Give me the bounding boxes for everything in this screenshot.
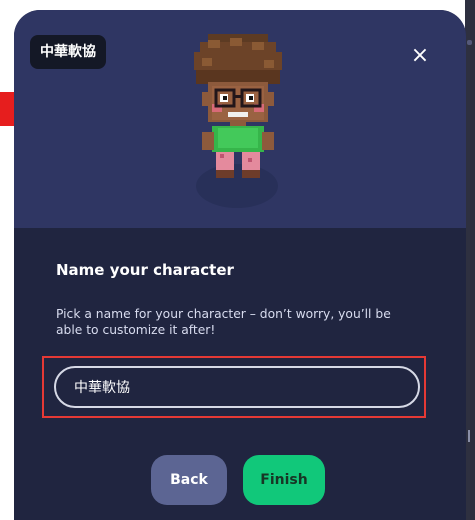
- pixel-character-avatar: [194, 34, 282, 178]
- character-name-tag: 中華軟協: [30, 35, 106, 69]
- back-button[interactable]: Back: [151, 455, 227, 505]
- left-red-marker: [0, 92, 14, 126]
- background-mark: [468, 430, 470, 442]
- modal-header: 中華軟協 ×: [14, 10, 466, 228]
- finish-button[interactable]: Finish: [243, 455, 325, 505]
- close-icon[interactable]: ×: [408, 44, 432, 68]
- character-name-modal: 中華軟協 × Name your character Pick a name f…: [14, 10, 466, 520]
- dialog-heading: Name your character: [56, 261, 234, 279]
- background-edge: [465, 0, 475, 520]
- background-mark: [467, 40, 472, 45]
- page: 中華軟協 × Name your character Pick a name f…: [0, 0, 475, 520]
- character-name-input[interactable]: [54, 366, 420, 408]
- dialog-description: Pick a name for your character – don’t w…: [56, 307, 391, 337]
